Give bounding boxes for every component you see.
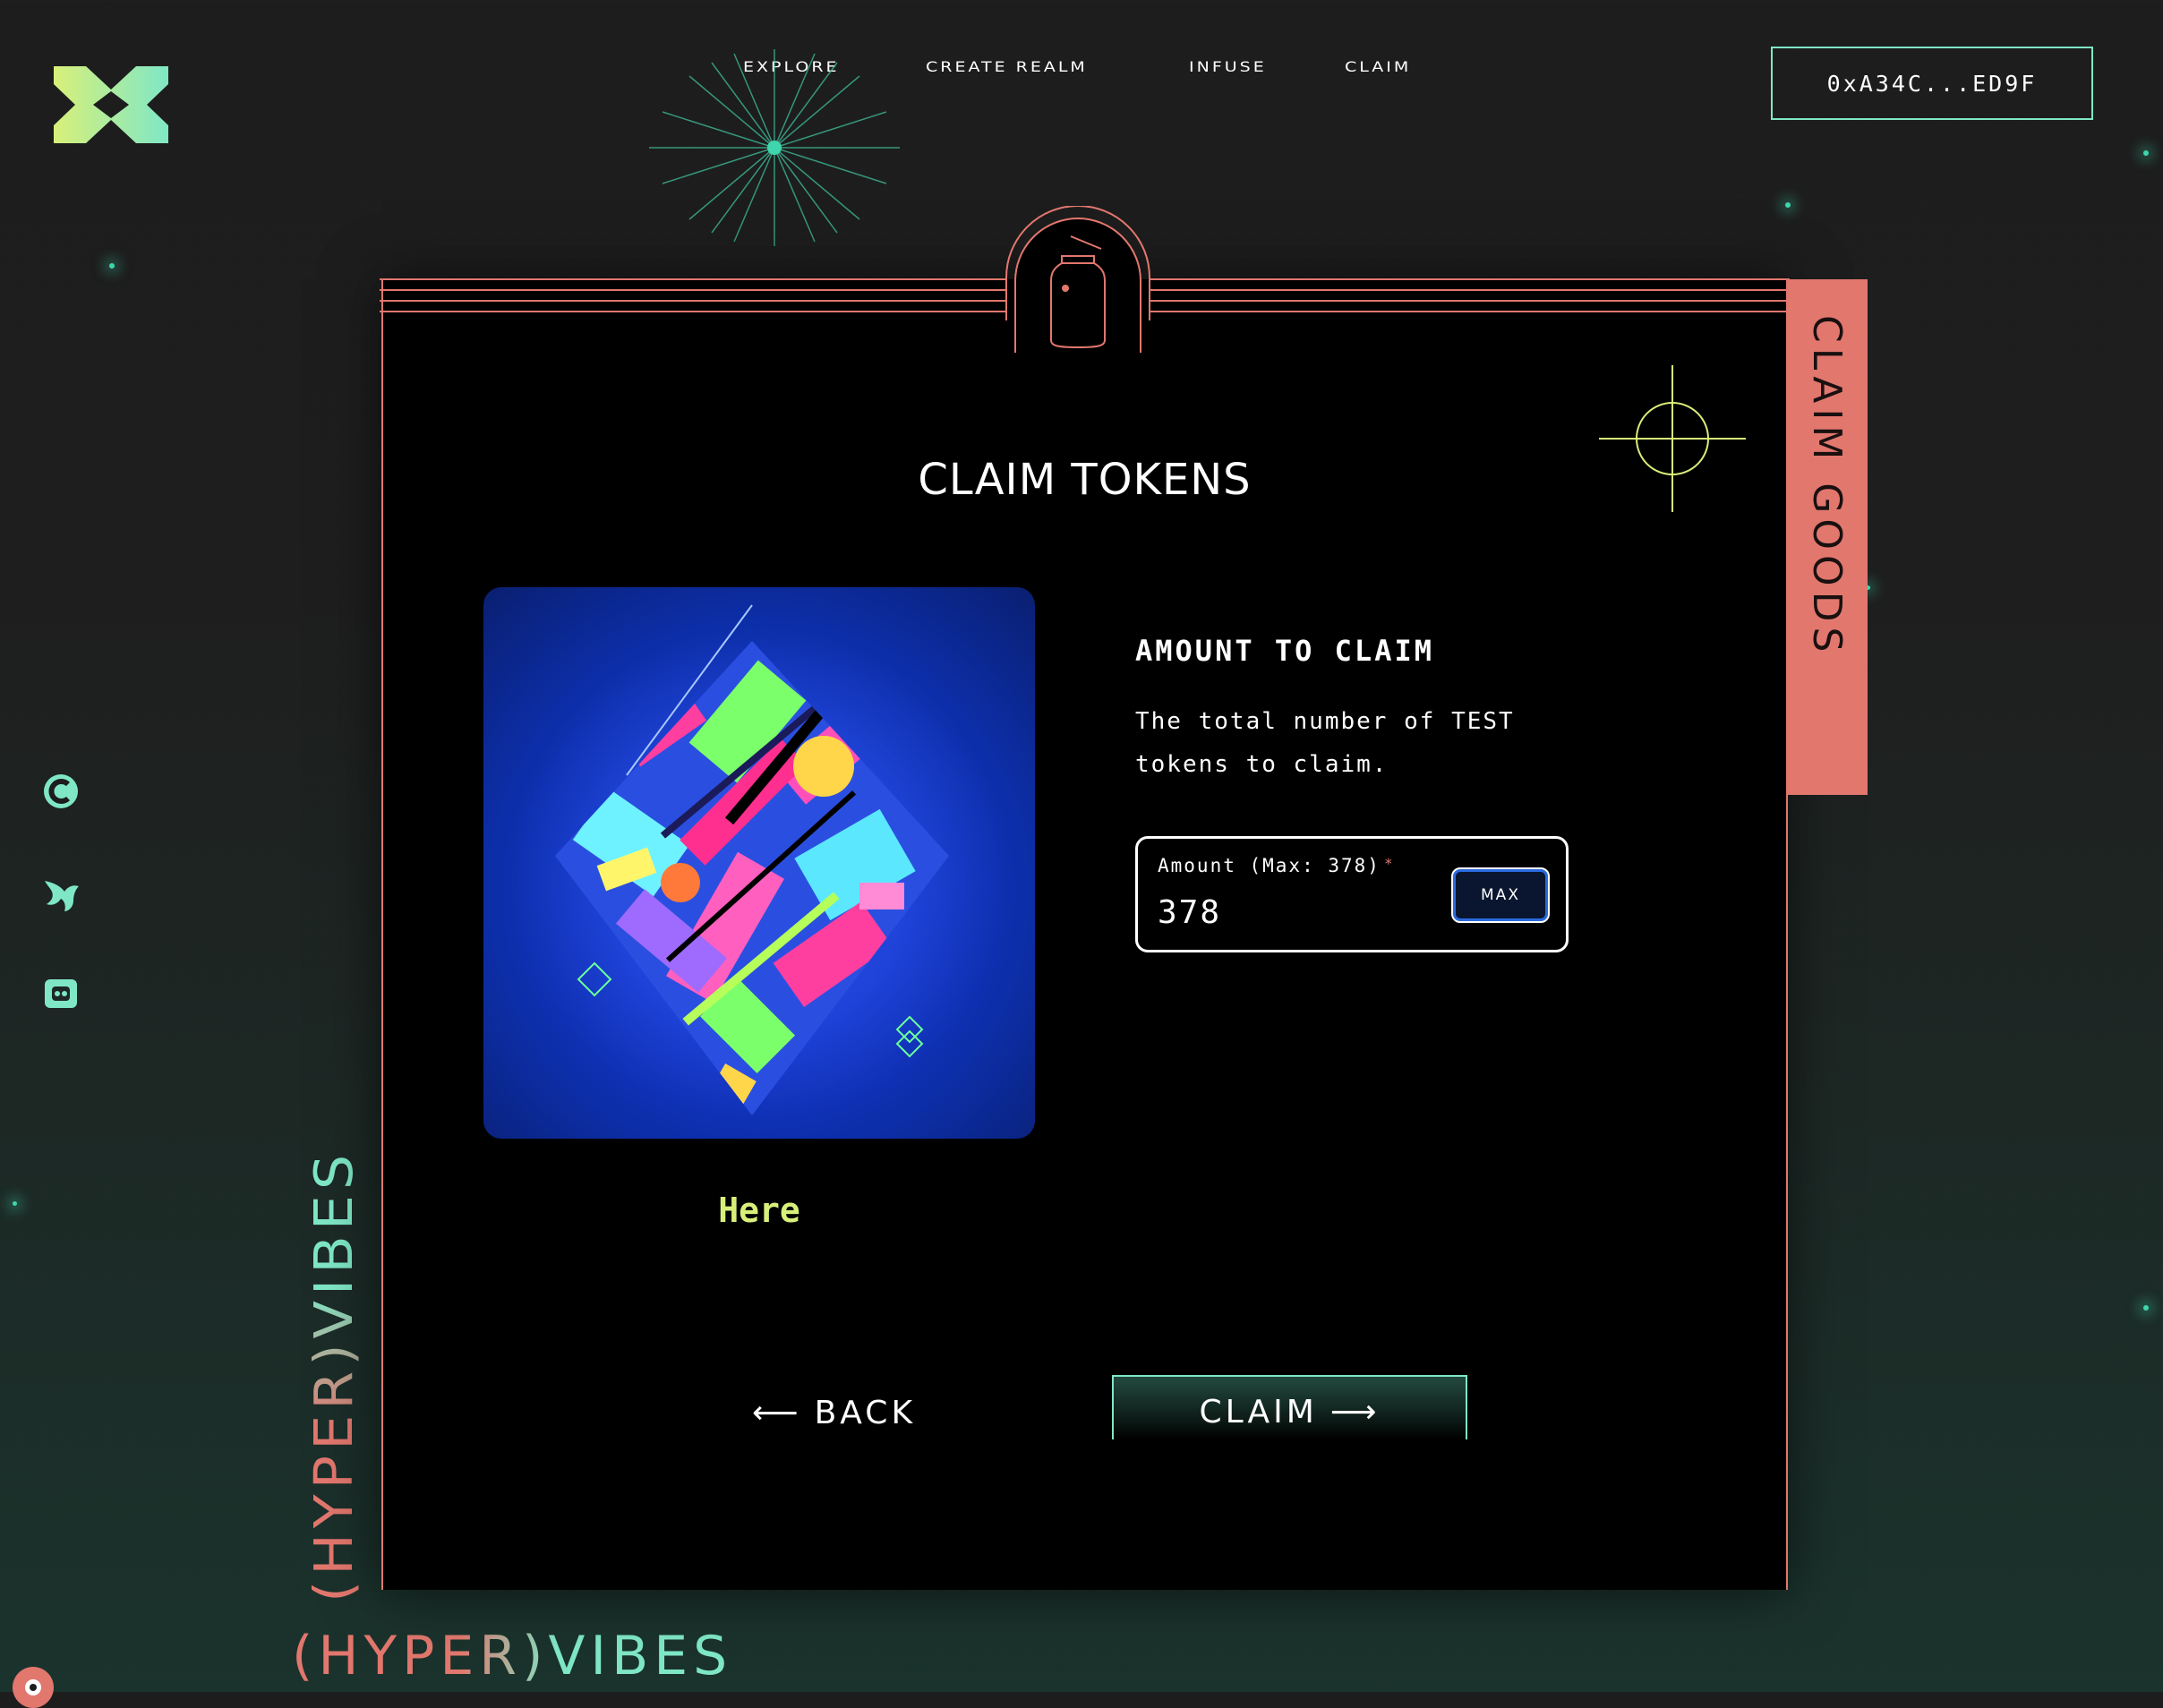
amount-input[interactable] <box>1158 892 1408 932</box>
amount-label-text: Amount (Max: 378) <box>1158 855 1381 876</box>
back-button-label: BACK <box>814 1394 917 1431</box>
bird-icon[interactable] <box>41 874 81 913</box>
side-tab[interactable]: CLAIM GOODS <box>1788 279 1868 795</box>
claim-button-label: CLAIM <box>1199 1394 1318 1430</box>
side-tab-label: CLAIM GOODS <box>1804 315 1850 658</box>
discord-icon[interactable] <box>41 974 81 1013</box>
avatar[interactable] <box>13 1667 54 1708</box>
wallet-address-button[interactable]: 0xA34C...ED9F <box>1771 47 2093 120</box>
amount-field: Amount (Max: 378)* MAX <box>1135 836 1569 952</box>
sparkle-decoration <box>2143 150 2149 156</box>
back-button[interactable]: ⟵ BACK <box>752 1386 985 1439</box>
coin-icon[interactable] <box>41 772 81 811</box>
nav-infuse[interactable]: INFUSE <box>1189 59 1267 75</box>
artwork-caption: Here <box>718 1191 800 1230</box>
arrow-left-icon: ⟵ <box>752 1394 802 1431</box>
claim-button[interactable]: CLAIM ⟶ <box>1112 1375 1467 1439</box>
abstract-art-image <box>483 587 1035 1139</box>
arrow-right-icon: ⟶ <box>1329 1394 1381 1430</box>
brand-horizontal-text: (HYPER)VIBES <box>292 1625 733 1687</box>
nav-claim[interactable]: CLAIM <box>1345 59 1411 75</box>
brand-vertical-text: (HYPER)VIBES <box>303 904 364 1602</box>
sparkle-decoration <box>109 263 115 269</box>
required-marker: * <box>1383 855 1395 872</box>
nav-create-realm[interactable]: CREATE REALM <box>926 59 1088 75</box>
flower-icon <box>25 1679 41 1695</box>
jar-icon <box>1014 218 1141 353</box>
amount-heading: AMOUNT TO CLAIM <box>1135 634 1434 668</box>
token-artwork <box>483 587 1035 1139</box>
sparkle-decoration <box>13 1201 17 1206</box>
amount-description: The total number of TEST tokens to claim… <box>1135 708 1515 778</box>
sparkle-decoration <box>2143 1305 2149 1311</box>
page-title: CLAIM TOKENS <box>918 455 1252 505</box>
max-button[interactable]: MAX <box>1451 867 1550 923</box>
amount-field-label: Amount (Max: 378) * <box>1158 855 1395 876</box>
